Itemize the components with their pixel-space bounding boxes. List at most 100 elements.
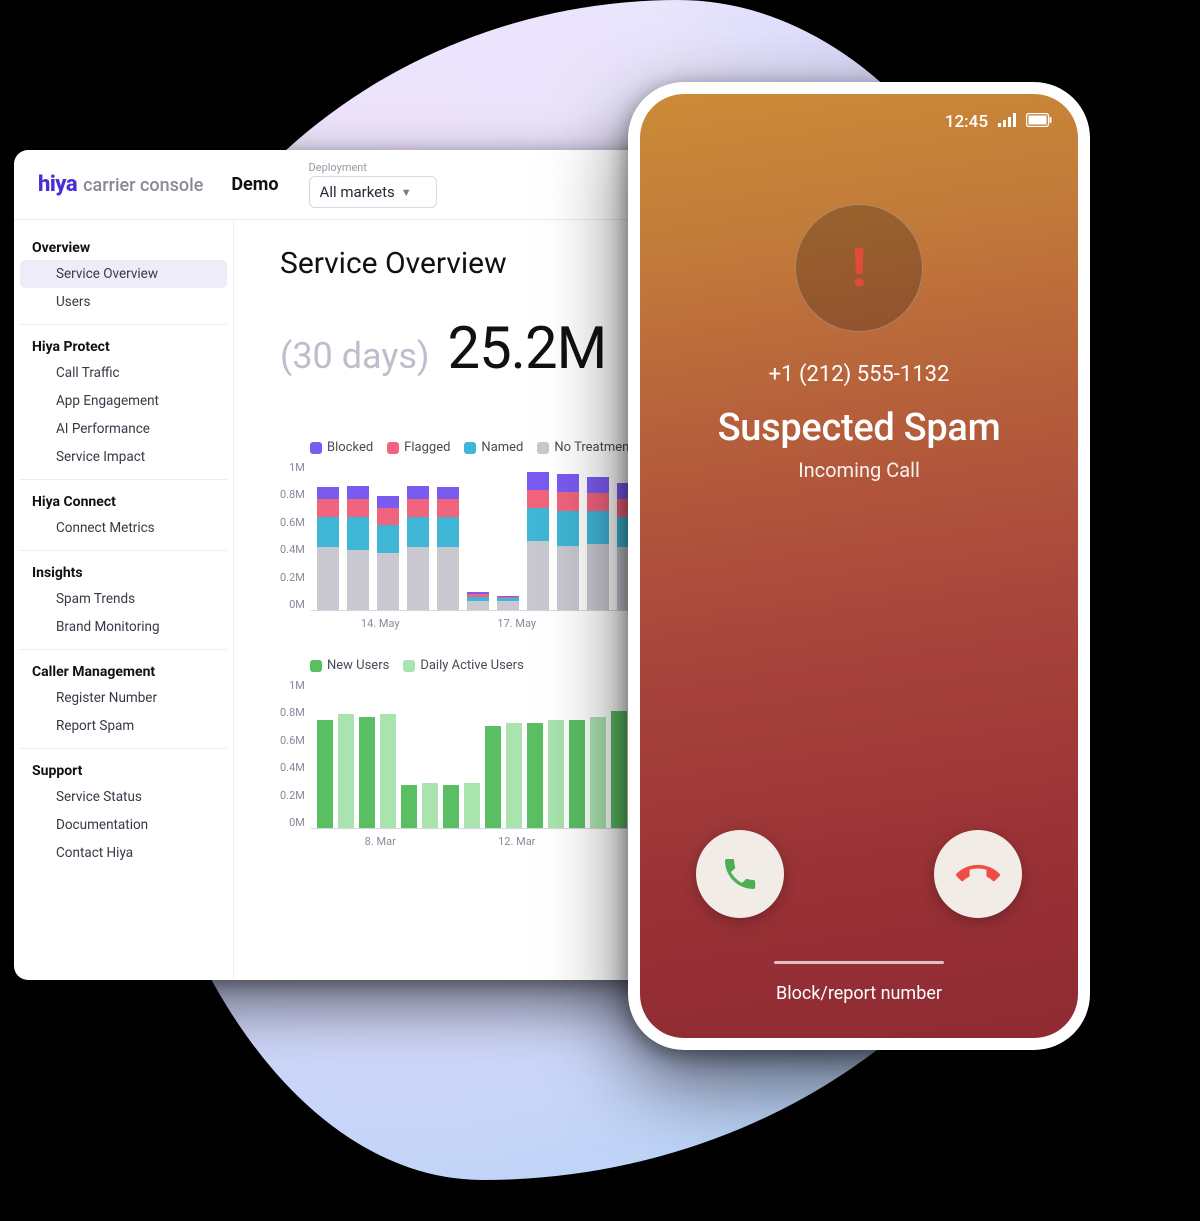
phone-decline-icon — [956, 852, 1000, 896]
phone-accept-icon — [720, 854, 760, 894]
bar — [611, 711, 627, 828]
bar — [590, 717, 606, 828]
bar — [569, 720, 585, 828]
phone-mockup: 12:45 ! +1 (212) 555-1132 Suspected Spam… — [628, 82, 1090, 1050]
bar — [506, 723, 522, 828]
sidebar-group-head: Caller Management — [20, 660, 227, 684]
sidebar: OverviewService OverviewUsers Hiya Protec… — [14, 220, 234, 980]
bar — [377, 496, 399, 610]
accept-call-button[interactable] — [696, 830, 784, 918]
sidebar-group-head: Hiya Protect — [20, 335, 227, 359]
bar — [497, 596, 519, 610]
legend-swatch — [537, 442, 549, 454]
ytick: 0.8M — [280, 706, 305, 719]
ytick: 0.2M — [280, 789, 305, 802]
legend-item: Named — [464, 440, 523, 455]
ytick: 0.2M — [280, 571, 305, 584]
sidebar-item[interactable]: Service Impact — [20, 443, 227, 471]
bar — [317, 487, 339, 610]
bar — [527, 472, 549, 610]
block-report-link[interactable]: Block/report number — [640, 983, 1078, 1004]
caller-avatar: ! — [795, 204, 923, 332]
calls-chart-yaxis: 1M 0.8M 0.6M 0.4M 0.2M 0M — [280, 461, 311, 611]
bar — [380, 714, 396, 828]
ytick: 0.6M — [280, 734, 305, 747]
bar — [437, 487, 459, 610]
bar — [443, 785, 459, 829]
ytick: 0.4M — [280, 761, 305, 774]
brand-logo: hiyacarrier console — [38, 172, 203, 197]
bar — [401, 785, 417, 829]
xtick: 8. Mar — [316, 835, 445, 848]
decline-call-button[interactable] — [934, 830, 1022, 918]
sidebar-item[interactable]: App Engagement — [20, 387, 227, 415]
sidebar-item[interactable]: Brand Monitoring — [20, 613, 227, 641]
caller-title: Suspected Spam — [640, 406, 1078, 450]
sidebar-group-head: Hiya Connect — [20, 490, 227, 514]
bar — [485, 726, 501, 828]
sidebar-item[interactable]: Service Status — [20, 783, 227, 811]
sidebar-group-head: Insights — [20, 561, 227, 585]
bar — [467, 592, 489, 610]
chevron-down-icon: ▼ — [401, 186, 412, 199]
ytick: 0M — [289, 598, 305, 611]
legend-item: New Users — [310, 658, 389, 673]
deployment-caption: Deployment — [309, 161, 437, 174]
legend-swatch — [403, 660, 415, 672]
legend-swatch — [464, 442, 476, 454]
legend-item: Daily Active Users — [403, 658, 523, 673]
deployment-select-wrap: Deployment All markets ▼ — [309, 161, 437, 208]
legend-item: Blocked — [310, 440, 373, 455]
swipe-indicator[interactable] — [774, 961, 944, 964]
sidebar-item[interactable]: Spam Trends — [20, 585, 227, 613]
bar — [407, 486, 429, 611]
bar — [359, 717, 375, 828]
ytick: 0.6M — [280, 516, 305, 529]
alert-icon: ! — [852, 237, 867, 300]
sidebar-item[interactable]: Register Number — [20, 684, 227, 712]
deployment-select[interactable]: All markets ▼ — [309, 176, 437, 208]
ytick: 0.8M — [280, 488, 305, 501]
bar — [338, 714, 354, 828]
sidebar-item[interactable]: Report Spam — [20, 712, 227, 740]
bar — [422, 783, 438, 828]
bar — [548, 720, 564, 828]
ytick: 1M — [289, 461, 305, 474]
hero-value: 25.2M — [447, 315, 606, 383]
sidebar-item[interactable]: Connect Metrics — [20, 514, 227, 542]
sidebar-item[interactable]: Contact Hiya — [20, 839, 227, 867]
ytick: 1M — [289, 679, 305, 692]
bar — [587, 477, 609, 611]
users-chart-yaxis: 1M0.8M0.6M0.4M0.2M0M — [280, 679, 311, 829]
sidebar-group-head: Support — [20, 759, 227, 783]
signal-icon — [998, 112, 1016, 132]
xtick: 12. Mar — [453, 835, 582, 848]
legend-item: Flagged — [387, 440, 450, 455]
env-label: Demo — [231, 174, 278, 195]
phone-statusbar: 12:45 — [640, 112, 1078, 132]
legend-item: No Treatment — [537, 440, 633, 455]
sidebar-item[interactable]: Documentation — [20, 811, 227, 839]
xtick: 14. May — [316, 617, 445, 630]
bar — [347, 486, 369, 611]
call-subtitle: Incoming Call — [640, 458, 1078, 482]
legend-swatch — [387, 442, 399, 454]
phone-screen: 12:45 ! +1 (212) 555-1132 Suspected Spam… — [640, 94, 1078, 1038]
bar — [557, 474, 579, 611]
sidebar-group-head: Overview — [20, 236, 227, 260]
sidebar-item[interactable]: AI Performance — [20, 415, 227, 443]
bar — [464, 783, 480, 828]
sidebar-item[interactable]: Service Overview — [20, 260, 227, 288]
bar — [317, 720, 333, 828]
legend-swatch — [310, 660, 322, 672]
sidebar-item[interactable]: Call Traffic — [20, 359, 227, 387]
caller-number: +1 (212) 555-1132 — [640, 362, 1078, 387]
battery-icon — [1026, 112, 1052, 132]
legend-swatch — [310, 442, 322, 454]
ytick: 0.4M — [280, 543, 305, 556]
xtick: 17. May — [453, 617, 582, 630]
bar — [527, 723, 543, 828]
deployment-value: All markets — [320, 183, 395, 201]
hero-range: (30 days) — [280, 335, 429, 377]
sidebar-item[interactable]: Users — [20, 288, 227, 316]
